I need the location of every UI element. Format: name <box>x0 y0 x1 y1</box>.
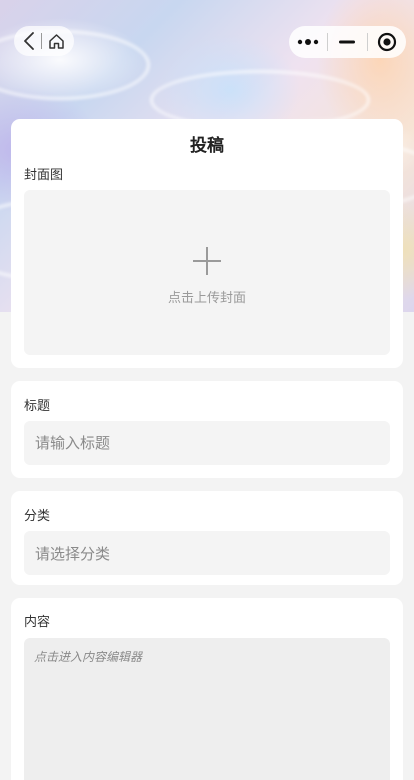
nav-capsule-right <box>289 26 406 58</box>
content-label: 内容 <box>24 615 51 630</box>
page-title: 投稿 <box>190 136 224 156</box>
home-icon <box>49 33 64 49</box>
close-button[interactable] <box>368 26 406 58</box>
category-select[interactable]: 请选择分类 <box>24 531 390 575</box>
more-dots-icon <box>297 39 319 45</box>
category-card: 分类 请选择分类 <box>11 491 403 585</box>
target-circle-icon <box>377 32 396 52</box>
upload-text: 点击上传封面 <box>167 291 246 306</box>
capsule-divider <box>41 33 42 49</box>
category-label: 分类 <box>24 509 51 524</box>
minimize-button[interactable] <box>328 26 366 58</box>
cover-label: 封面图 <box>24 168 64 183</box>
nav-capsule-left <box>14 26 74 56</box>
editor-placeholder: 点击进入内容编辑器 <box>34 650 143 664</box>
title-card: 标题 <box>11 381 403 478</box>
content-editor[interactable]: 点击进入内容编辑器 <box>24 638 390 780</box>
more-button[interactable] <box>289 26 327 58</box>
content-card: 内容 点击进入内容编辑器 <box>11 598 403 780</box>
chevron-left-icon <box>24 32 34 50</box>
back-button[interactable] <box>23 32 35 50</box>
title-input[interactable] <box>24 421 390 465</box>
home-button[interactable] <box>48 33 65 50</box>
plus-icon <box>193 247 221 275</box>
cover-upload-area[interactable]: 点击上传封面 <box>24 190 390 355</box>
minimize-icon <box>339 40 356 44</box>
cover-card: 投稿 封面图 点击上传封面 <box>11 119 403 368</box>
title-label: 标题 <box>24 399 51 414</box>
